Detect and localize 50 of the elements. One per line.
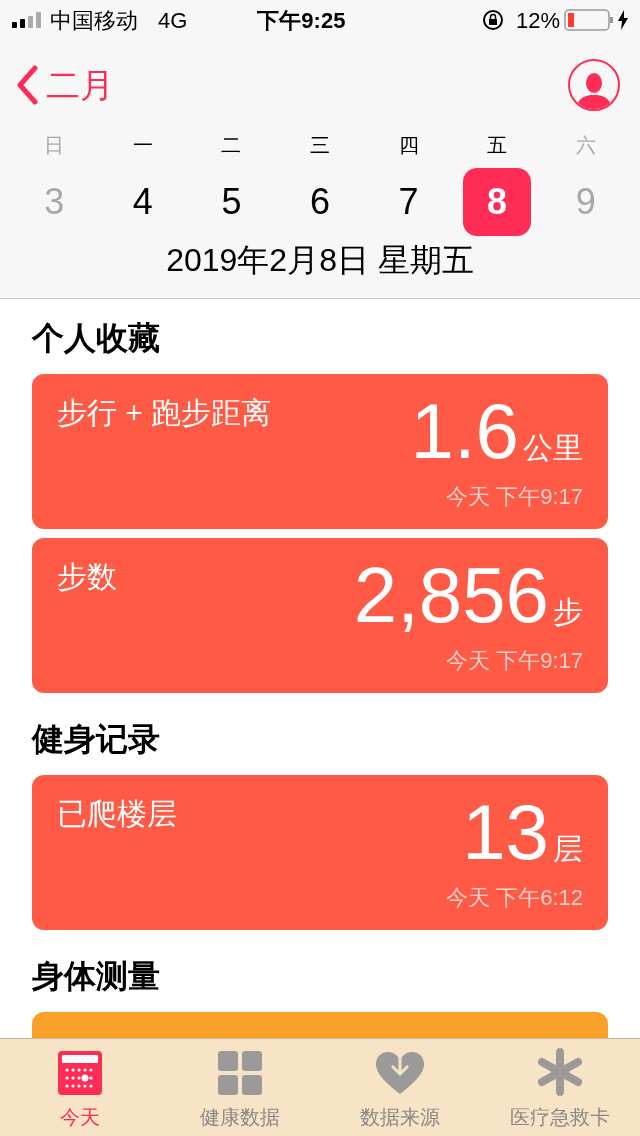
metric-label: 步数 xyxy=(57,559,117,595)
weekday-label: 四 xyxy=(398,133,419,158)
metric-card[interactable]: 已爬楼层 13 层 今天 下午6:12 xyxy=(32,775,608,930)
status-time: 下午9:25 xyxy=(257,6,346,35)
metric-unit: 层 xyxy=(553,831,583,867)
weekday-label: 三 xyxy=(310,133,330,158)
section-title: 健身记录 xyxy=(32,720,161,759)
back-button[interactable]: 二月 xyxy=(16,59,114,111)
metric-unit: 步 xyxy=(553,594,583,630)
charging-icon xyxy=(618,10,628,30)
metric-value: 1.6 xyxy=(410,388,519,474)
grid-icon xyxy=(217,1050,263,1096)
selected-date: 2019年2月8日 星期五 xyxy=(166,241,474,280)
battery-text: 12% xyxy=(515,6,560,35)
metric-time: 今天 下午9:17 xyxy=(446,483,583,511)
asterisk-icon xyxy=(536,1048,584,1096)
metric-time: 今天 下午9:17 xyxy=(446,647,583,675)
tab-button[interactable]: 今天 xyxy=(0,1039,160,1136)
date-button[interactable]: 4 xyxy=(108,168,177,236)
date-button[interactable]: 9 xyxy=(551,168,620,236)
section-title: 个人收藏 xyxy=(32,319,161,358)
calendar-icon xyxy=(57,1050,103,1096)
date-button[interactable]: 3 xyxy=(20,168,89,236)
metric-time: 今天 下午6:12 xyxy=(446,884,583,912)
weekday-label: 日 xyxy=(44,133,65,158)
chevron-left-icon xyxy=(16,65,38,105)
date-button[interactable]: 8 xyxy=(463,168,532,236)
metric-label: 已爬楼层 xyxy=(57,796,177,832)
weekday-label: 六 xyxy=(575,133,596,158)
profile-button[interactable] xyxy=(568,59,620,111)
weekday-label: 一 xyxy=(132,133,153,158)
date-button[interactable]: 6 xyxy=(286,168,354,236)
rotation-lock-icon xyxy=(481,9,504,31)
metric-label: 步行 + 跑步距离 xyxy=(57,395,272,431)
date-button[interactable]: 7 xyxy=(374,168,443,236)
network-text: 4G xyxy=(158,6,188,35)
metric-card[interactable]: 步数 2,856 步 今天 下午9:17 xyxy=(32,538,608,693)
weekday-label: 五 xyxy=(487,133,508,158)
tab-button[interactable]: 医疗急救卡 xyxy=(480,1039,640,1136)
weekday-label: 二 xyxy=(221,133,242,158)
metric-card[interactable]: 步行 + 跑步距离 1.6 公里 今天 下午9:17 xyxy=(32,374,608,529)
carrier-text: 中国移动 xyxy=(50,6,138,35)
metric-value: 2,856 xyxy=(353,552,549,638)
tab-button[interactable]: 数据来源 xyxy=(320,1039,480,1136)
battery-icon xyxy=(564,9,614,31)
metric-value: 13 xyxy=(462,789,549,875)
section-title: 身体测量 xyxy=(32,957,161,996)
date-button[interactable]: 5 xyxy=(197,168,266,236)
tab-button[interactable]: 健康数据 xyxy=(160,1039,320,1136)
metric-unit: 公里 xyxy=(523,430,583,466)
